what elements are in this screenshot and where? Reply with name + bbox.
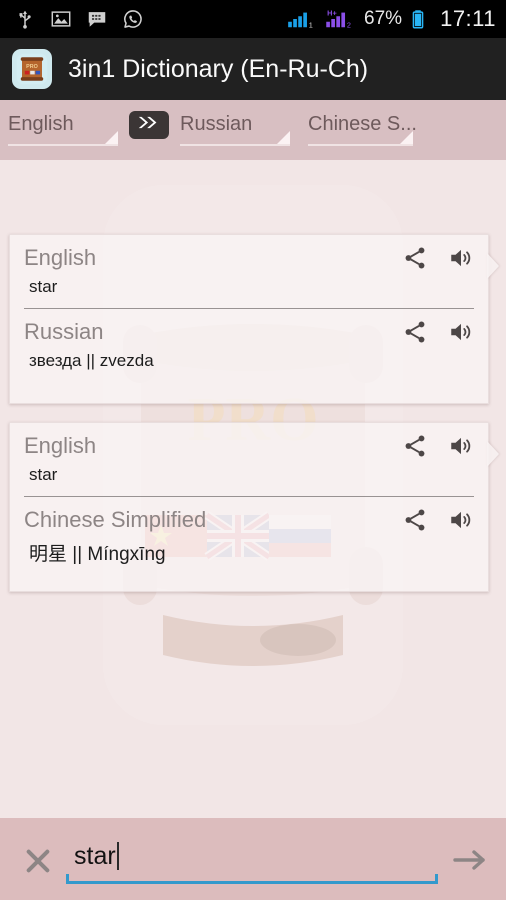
text-cursor: [116, 842, 119, 870]
scroll-book-app-icon: PRO: [12, 49, 52, 89]
speaker-icon[interactable]: [448, 245, 474, 271]
chevron-down-icon: [105, 131, 118, 144]
row-language-label: English: [24, 245, 97, 270]
translation-card[interactable]: English: [9, 422, 499, 592]
battery-percent-label: 67%: [364, 8, 403, 29]
app-title: 3in1 Dictionary (En-Ru-Ch): [68, 54, 369, 83]
row-language-label: English: [24, 433, 97, 458]
row-language-label: Chinese Simplified: [24, 507, 207, 532]
signal-bars-sim1-icon: 1: [286, 8, 316, 30]
swap-languages-button[interactable]: [129, 111, 169, 139]
translation-row: Chinese Simplified 明星 || Míngxīng: [10, 497, 488, 576]
translation-word: star: [29, 277, 58, 296]
source-language-label: English: [8, 113, 74, 135]
status-bar-system-icons: 1 H+ 2 67% 17:11: [286, 6, 496, 32]
svg-text:1: 1: [309, 20, 313, 29]
translation-word: star: [29, 465, 58, 484]
translation-row-header: Chinese Simplified: [10, 503, 488, 537]
results-area: PRO English star Russian звезда || zvezd…: [0, 160, 506, 818]
speaker-icon[interactable]: [448, 433, 474, 459]
arrow-right-icon[interactable]: [452, 844, 488, 876]
share-icon[interactable]: [402, 319, 428, 345]
translation-row-header: English: [10, 241, 488, 275]
spinner-underline: [180, 144, 290, 146]
whatsapp-icon: [122, 8, 144, 30]
double-chevron-right-icon: [136, 114, 162, 136]
target-language-1-spinner[interactable]: Russian: [180, 110, 290, 150]
status-bar: 1 H+ 2 67% 17:11: [0, 0, 506, 38]
share-icon[interactable]: [402, 433, 428, 459]
target-language-2-spinner[interactable]: Chinese S...: [308, 110, 417, 150]
translation-row: English star: [10, 423, 488, 495]
bbm-icon: [86, 8, 108, 30]
language-selector-bar: English Russian Chinese S...: [0, 100, 506, 160]
card-notch: [487, 253, 499, 279]
battery-icon: [410, 8, 426, 30]
translation-row-header: Russian: [10, 315, 488, 349]
spinner-underline: [8, 144, 118, 146]
usb-icon: [14, 8, 36, 30]
target-language-1-label: Russian: [180, 113, 253, 135]
row-language-label: Russian: [24, 319, 104, 344]
search-input[interactable]: star: [66, 836, 438, 884]
speaker-icon[interactable]: [448, 319, 474, 345]
search-input-value: star: [74, 842, 116, 870]
search-input-underline: [66, 874, 438, 884]
translation-card[interactable]: English: [9, 234, 499, 404]
search-bar: star: [0, 818, 506, 900]
spinner-underline: [308, 144, 413, 146]
svg-text:H+: H+: [327, 8, 337, 17]
source-language-spinner[interactable]: English: [8, 110, 118, 150]
svg-text:2: 2: [347, 20, 351, 29]
translation-row: English star: [10, 235, 488, 307]
status-bar-notification-icons: [14, 8, 144, 30]
row-actions: [402, 433, 474, 459]
translation-word: звезда || zvezda: [29, 351, 154, 370]
share-icon[interactable]: [402, 245, 428, 271]
chevron-down-icon: [400, 131, 413, 144]
row-actions: [402, 507, 474, 533]
translation-word: 明星 || Míngxīng: [29, 544, 166, 565]
app-root: 1 H+ 2 67% 17:11 PRO 3in1 Dictionary (En…: [0, 0, 506, 900]
row-actions: [402, 245, 474, 271]
card-notch: [487, 441, 499, 467]
title-bar: PRO 3in1 Dictionary (En-Ru-Ch): [0, 38, 506, 100]
translation-row: Russian звезда || zvezda: [10, 309, 488, 381]
svg-text:PRO: PRO: [26, 64, 38, 70]
gallery-icon: [50, 8, 72, 30]
row-actions: [402, 319, 474, 345]
translation-row-header: English: [10, 429, 488, 463]
close-x-icon[interactable]: [22, 845, 54, 877]
speaker-icon[interactable]: [448, 507, 474, 533]
share-icon[interactable]: [402, 507, 428, 533]
clock-label: 17:11: [440, 6, 496, 31]
signal-bars-sim2-icon: H+ 2: [324, 8, 356, 30]
chevron-down-icon: [277, 131, 290, 144]
